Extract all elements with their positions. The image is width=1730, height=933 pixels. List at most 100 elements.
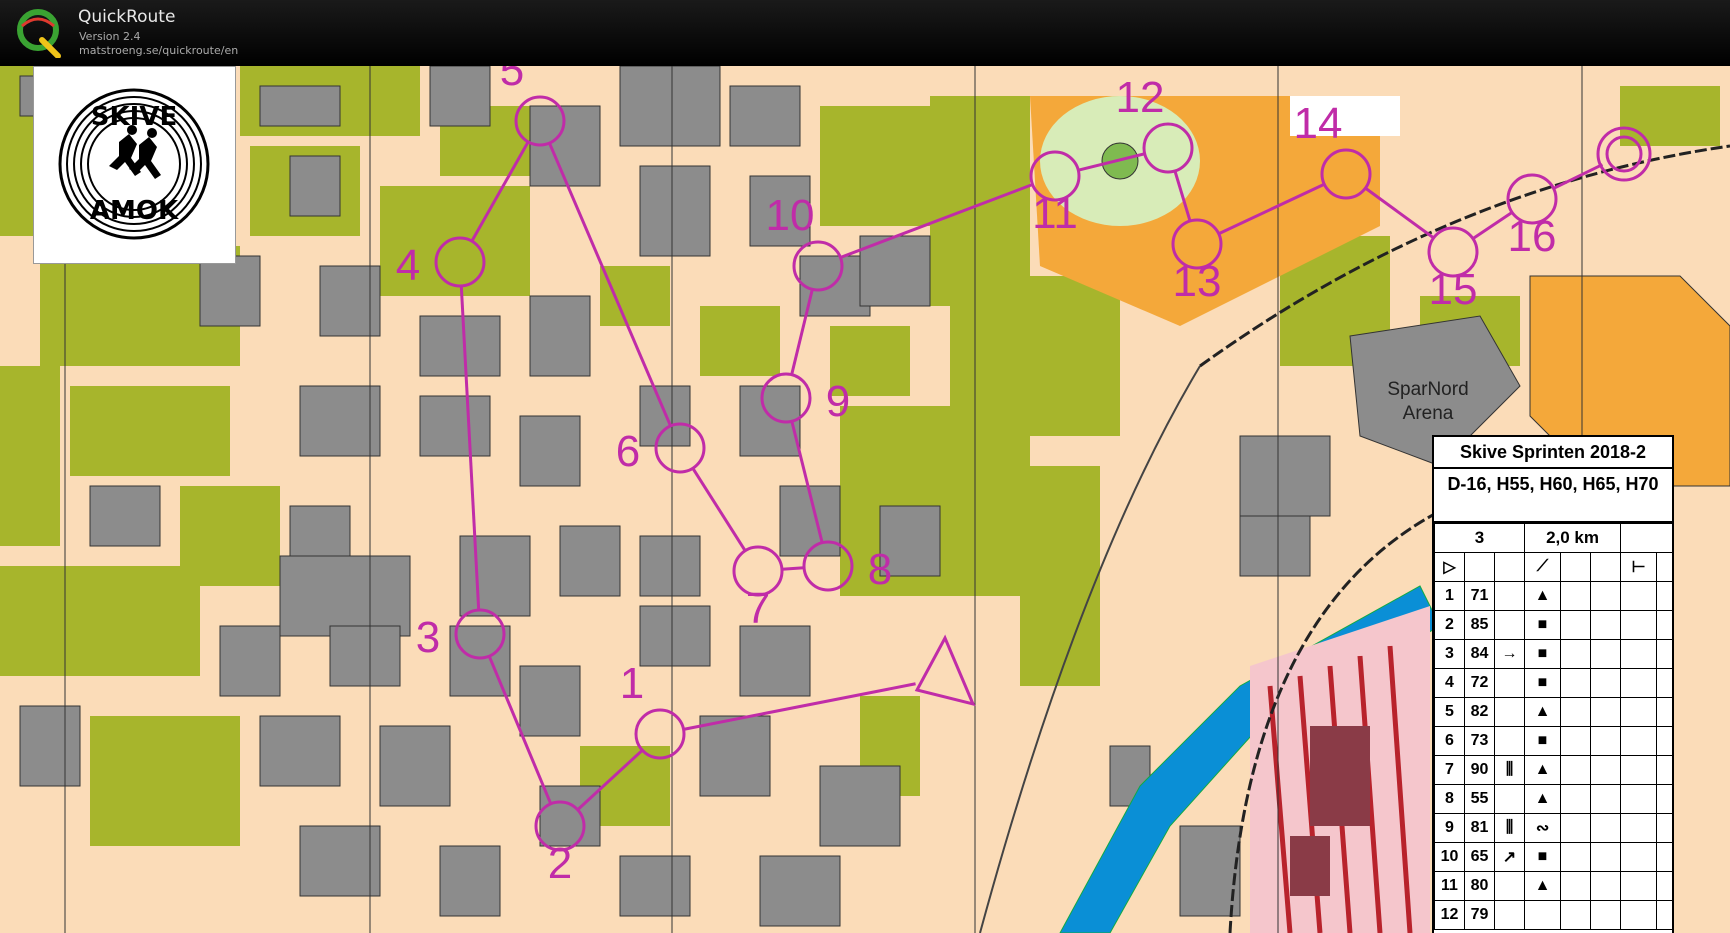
course-leg-line <box>781 566 805 571</box>
desc-empty-cell <box>1590 900 1622 930</box>
desc-course-number: 3 <box>1434 523 1526 553</box>
control-number-label: 9 <box>826 377 850 426</box>
control-number-label: 13 <box>1173 257 1222 306</box>
desc-column-c <box>1493 726 1526 756</box>
club-logo: SKIVE AMOK <box>33 66 236 264</box>
desc-column-c: ↗ <box>1493 842 1526 872</box>
desc-start-location-icon: ⊢ <box>1620 552 1658 582</box>
desc-control-code: 85 <box>1464 610 1495 640</box>
desc-control-number: 12 <box>1434 900 1465 930</box>
desc-control-number: 9 <box>1434 813 1465 843</box>
desc-empty-cell <box>1560 784 1592 814</box>
desc-control-code: 79 <box>1464 900 1495 930</box>
desc-course-length: 2,0 km <box>1524 523 1622 553</box>
desc-control-row: 1 71 ▲ <box>1434 581 1672 611</box>
desc-empty-cell <box>1590 784 1622 814</box>
desc-control-row: 4 72 ■ <box>1434 668 1672 698</box>
desc-empty-cell <box>1560 871 1592 901</box>
desc-empty-cell <box>1560 900 1592 930</box>
desc-control-code: 65 <box>1464 842 1495 872</box>
desc-control-row: 5 82 ▲ <box>1434 697 1672 727</box>
desc-column-c <box>1493 697 1526 727</box>
start-triangle-icon: ▷ <box>1434 552 1465 582</box>
desc-empty-cell <box>1656 581 1672 611</box>
desc-empty-cell <box>1560 813 1592 843</box>
desc-control-number: 10 <box>1434 842 1465 872</box>
desc-control-number: 4 <box>1434 668 1465 698</box>
desc-table: 3 2,0 km ▷ ⟋ ⊢ 1 71 ▲ 2 85 ■ 3 84 → ■ 4 72 ■ 5 82 ▲ 6 73 ■… <box>1434 523 1672 930</box>
desc-control-number: 2 <box>1434 610 1465 640</box>
desc-empty-cell <box>1560 697 1592 727</box>
desc-empty-cell <box>1656 900 1672 930</box>
desc-column-c: ⫼ <box>1493 813 1526 843</box>
desc-empty-cell <box>1590 581 1622 611</box>
desc-column-d: ▲ <box>1524 871 1562 901</box>
desc-empty-cell <box>1656 639 1672 669</box>
control-number-label: 10 <box>766 191 815 240</box>
desc-empty-cell <box>1590 668 1622 698</box>
desc-empty-cell <box>1656 784 1672 814</box>
desc-control-row: 8 55 ▲ <box>1434 784 1672 814</box>
desc-column-d: ■ <box>1524 842 1562 872</box>
desc-control-code: 82 <box>1464 697 1495 727</box>
desc-empty-cell <box>1590 755 1622 785</box>
desc-classes: D-16, H55, H60, H65, H70 <box>1434 469 1672 523</box>
desc-empty-cell <box>1656 813 1672 843</box>
control-number-label: 14 <box>1294 99 1343 148</box>
desc-control-number: 7 <box>1434 755 1465 785</box>
desc-column-d: ■ <box>1524 639 1562 669</box>
desc-column-d: ■ <box>1524 726 1562 756</box>
desc-control-row: 6 73 ■ <box>1434 726 1672 756</box>
club-logo-bottom-text: AMOK <box>90 196 179 226</box>
desc-empty-cell <box>1620 784 1658 814</box>
desc-column-d: ▲ <box>1524 755 1562 785</box>
desc-empty-cell <box>1590 610 1622 640</box>
desc-control-row: 10 65 ↗ ■ <box>1434 842 1672 872</box>
desc-empty-cell <box>1620 842 1658 872</box>
desc-empty-cell <box>1590 639 1622 669</box>
desc-empty-cell <box>1560 610 1592 640</box>
desc-empty-cell <box>1656 726 1672 756</box>
desc-empty-cell <box>1560 755 1592 785</box>
quickroute-window: QuickRoute Version 2.4 matstroeng.se/qui… <box>0 0 1730 933</box>
desc-control-number: 3 <box>1434 639 1465 669</box>
arena-label-line1: SparNord <box>1387 379 1468 400</box>
desc-empty-cell <box>1620 668 1658 698</box>
desc-empty-cell <box>1560 842 1592 872</box>
desc-column-d: ▲ <box>1524 581 1562 611</box>
desc-control-number: 6 <box>1434 726 1465 756</box>
desc-column-c <box>1493 581 1526 611</box>
desc-empty-cell <box>1590 726 1622 756</box>
desc-control-number: 5 <box>1434 697 1465 727</box>
desc-column-d: ■ <box>1524 668 1562 698</box>
desc-control-row: 11 80 ▲ <box>1434 871 1672 901</box>
desc-start-row: ▷ ⟋ ⊢ <box>1434 552 1672 582</box>
control-number-label: 11 <box>1032 189 1078 238</box>
desc-empty-cell <box>1620 610 1658 640</box>
app-version: Version 2.4 <box>79 30 141 43</box>
control-number-label: 5 <box>500 66 524 95</box>
desc-start-feature-icon: ⟋ <box>1524 552 1562 582</box>
desc-empty-cell <box>1656 871 1672 901</box>
control-description-sheet: Skive Sprinten 2018-2 D-16, H55, H60, H6… <box>1432 435 1674 933</box>
desc-control-code: 81 <box>1464 813 1495 843</box>
desc-control-number: 1 <box>1434 581 1465 611</box>
desc-column-d: ▲ <box>1524 784 1562 814</box>
desc-empty-cell <box>1590 813 1622 843</box>
desc-control-code: 73 <box>1464 726 1495 756</box>
desc-event-name: Skive Sprinten 2018-2 <box>1434 437 1672 469</box>
desc-empty-cell <box>1560 639 1592 669</box>
desc-control-code: 72 <box>1464 668 1495 698</box>
desc-control-number: 11 <box>1434 871 1465 901</box>
desc-empty-cell <box>1560 726 1592 756</box>
desc-column-c <box>1493 784 1526 814</box>
desc-control-row: 12 79 <box>1434 900 1672 930</box>
desc-empty-cell <box>1656 755 1672 785</box>
app-url[interactable]: matstroeng.se/quickroute/en <box>79 44 238 57</box>
desc-column-d: ■ <box>1524 610 1562 640</box>
desc-empty-cell <box>1656 842 1672 872</box>
control-number-label: 8 <box>868 545 892 594</box>
desc-control-row: 9 81 ⫼ ∾ <box>1434 813 1672 843</box>
control-number-label: 3 <box>416 613 440 662</box>
desc-empty-cell <box>1590 871 1622 901</box>
